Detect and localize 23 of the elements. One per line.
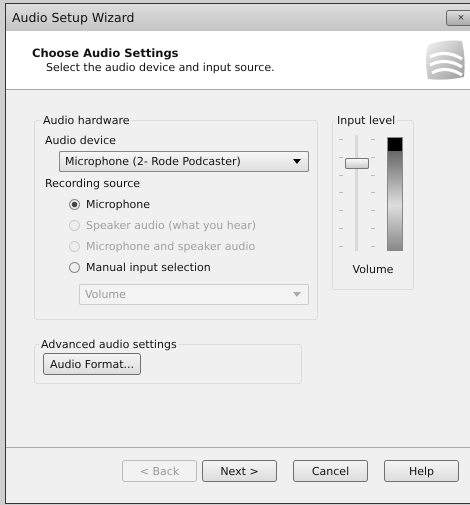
window-title: Audio Setup Wizard [12,10,134,25]
wizard-button[interactable]: Cancel [293,460,368,482]
radio-option[interactable]: Manual input selection [69,257,309,278]
radio-label: Manual input selection [86,261,211,274]
radio-label: Microphone [86,198,150,211]
wizard-button[interactable]: Next > [202,460,277,482]
page-title: Choose Audio Settings [32,46,180,60]
dropdown-arrow-icon [293,292,301,297]
close-button[interactable]: × [446,10,470,26]
audio-device-dropdown[interactable]: Microphone (2- Rode Podcaster) [59,151,309,172]
wizard-button[interactable]: Help [384,460,459,482]
dropdown-arrow-icon [293,159,301,164]
page-subtitle: Select the audio device and input source. [45,61,275,74]
field-label: Audio device [45,134,117,147]
radio-label: Microphone and speaker audio [86,240,256,253]
audio-format-button[interactable]: Audio Format... [43,353,142,375]
field-label: Recording source [45,177,142,190]
slider-label: Volume [352,263,394,276]
group-title: Input level [336,114,396,127]
radio-option[interactable]: Microphone [69,194,309,215]
group-title: Audio hardware [42,114,131,127]
group-title: Advanced audio settings [40,338,178,351]
radio-label: Speaker audio (what you hear) [86,219,256,232]
